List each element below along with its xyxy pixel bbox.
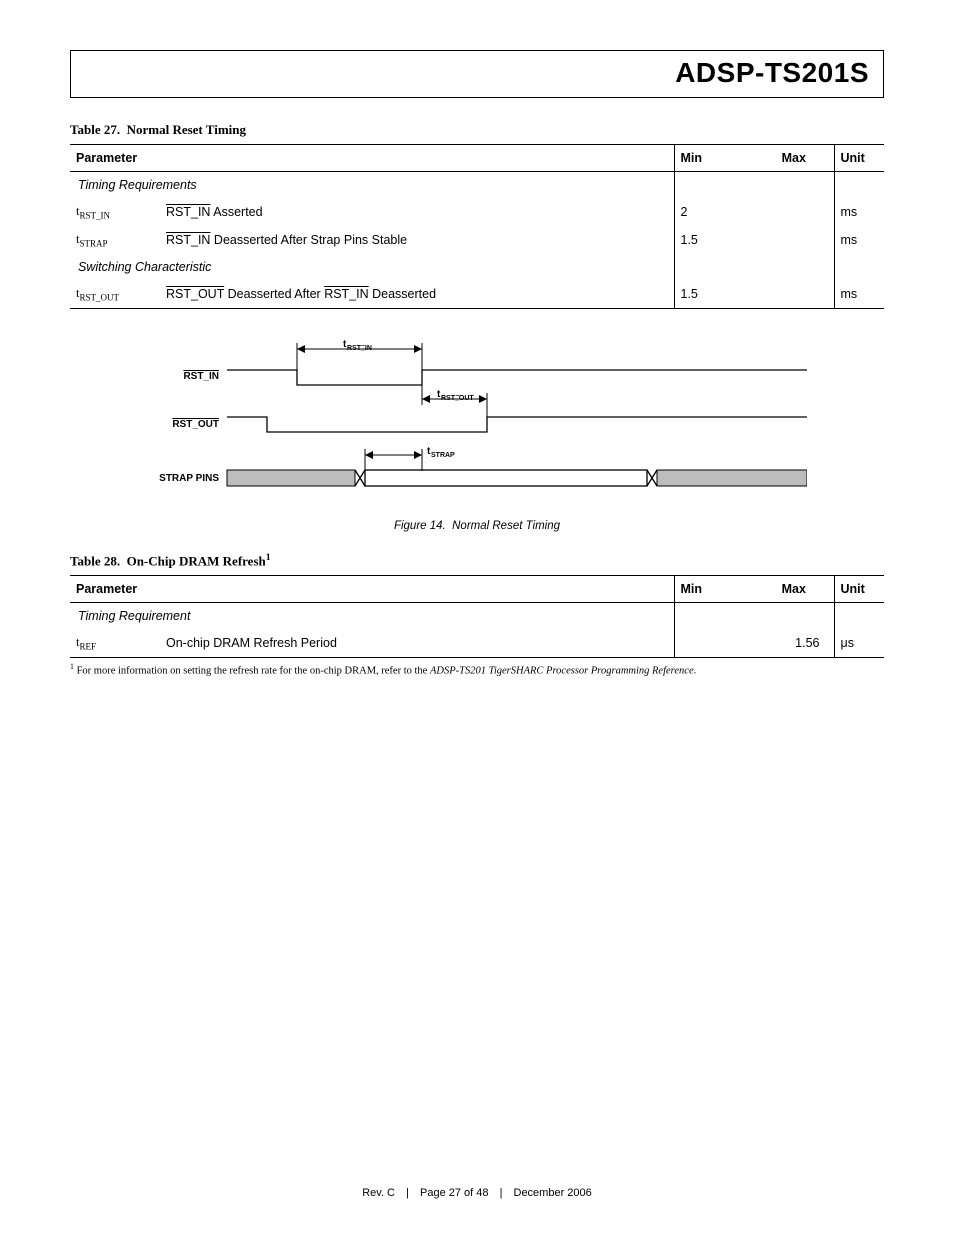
param-max — [754, 198, 834, 226]
param-min — [674, 629, 754, 657]
table-row: tRST_IN RST_IN Asserted 2 ms — [70, 198, 884, 226]
col-header-min: Min — [674, 576, 754, 603]
table-row: Timing Requirements — [70, 172, 884, 199]
table-28: Parameter Min Max Unit Timing Requiremen… — [70, 575, 884, 658]
table-28-footnote: 1 For more information on setting the re… — [70, 662, 884, 677]
footer-date: December 2006 — [514, 1187, 592, 1199]
param-symbol: tRST_IN — [70, 198, 160, 226]
param-desc: RST_IN Asserted — [160, 198, 674, 226]
col-header-parameter: Parameter — [70, 576, 674, 603]
section-timing-requirement: Timing Requirement — [70, 603, 674, 630]
param-min: 2 — [674, 198, 754, 226]
param-max — [754, 280, 834, 308]
param-desc: RST_OUT Deasserted After RST_IN Deassert… — [160, 280, 674, 308]
page-header-box: ADSP-TS201S — [70, 50, 884, 98]
param-symbol: tREF — [70, 629, 160, 657]
param-max — [754, 226, 834, 254]
param-unit: ms — [834, 226, 884, 254]
section-timing-requirements: Timing Requirements — [70, 172, 674, 199]
param-desc: RST_IN Deasserted After Strap Pins Stabl… — [160, 226, 674, 254]
param-unit: μs — [834, 629, 884, 657]
col-header-min: Min — [674, 145, 754, 172]
table-27-caption-title: Normal Reset Timing — [127, 122, 246, 137]
col-header-unit: Unit — [834, 145, 884, 172]
param-unit: ms — [834, 198, 884, 226]
table-27: Parameter Min Max Unit Timing Requiremen… — [70, 144, 884, 309]
param-unit: ms — [834, 280, 884, 308]
param-max: 1.56 — [754, 629, 834, 657]
rst-in-label: RST_IN — [183, 371, 219, 382]
figure-14-diagram: t RST_IN RST_IN t RST_OUT RST_OUT t STRA… — [147, 337, 807, 532]
col-header-max: Max — [754, 576, 834, 603]
table-28-caption-title: On-Chip DRAM Refresh — [127, 553, 266, 568]
table-row: Parameter Min Max Unit — [70, 576, 884, 603]
param-desc: On-chip DRAM Refresh Period — [160, 629, 674, 657]
col-header-max: Max — [754, 145, 834, 172]
table-row: tRST_OUT RST_OUT Deasserted After RST_IN… — [70, 280, 884, 308]
table-row: tSTRAP RST_IN Deasserted After Strap Pin… — [70, 226, 884, 254]
footer-page: Page 27 of 48 — [420, 1187, 489, 1199]
figure-14-caption: Figure 14. Normal Reset Timing — [147, 520, 807, 532]
table-row: Timing Requirement — [70, 603, 884, 630]
rst-out-label: RST_OUT — [172, 419, 219, 430]
table-27-caption-prefix: Table 27. — [70, 122, 120, 137]
part-number-heading: ADSP-TS201S — [85, 57, 869, 89]
table-27-caption: Table 27. Normal Reset Timing — [70, 122, 884, 138]
table-28-caption-prefix: Table 28. — [70, 553, 120, 568]
svg-text:RST_OUT: RST_OUT — [441, 395, 474, 402]
param-min: 1.5 — [674, 226, 754, 254]
table-row: Switching Characteristic — [70, 254, 884, 280]
table-28-caption: Table 28. On-Chip DRAM Refresh1 — [70, 552, 884, 569]
section-switching-characteristic: Switching Characteristic — [70, 254, 674, 280]
param-symbol: tSTRAP — [70, 226, 160, 254]
table-row: Parameter Min Max Unit — [70, 145, 884, 172]
param-min: 1.5 — [674, 280, 754, 308]
svg-text:STRAP: STRAP — [431, 452, 455, 459]
footer-rev: Rev. C — [362, 1187, 395, 1199]
svg-text:RST_IN: RST_IN — [347, 345, 372, 352]
strap-pins-label: STRAP PINS — [159, 473, 219, 484]
page-footer: Rev. C | Page 27 of 48 | December 2006 — [0, 1187, 954, 1199]
col-header-parameter: Parameter — [70, 145, 674, 172]
col-header-unit: Unit — [834, 576, 884, 603]
param-symbol: tRST_OUT — [70, 280, 160, 308]
table-row: tREF On-chip DRAM Refresh Period 1.56 μs — [70, 629, 884, 657]
